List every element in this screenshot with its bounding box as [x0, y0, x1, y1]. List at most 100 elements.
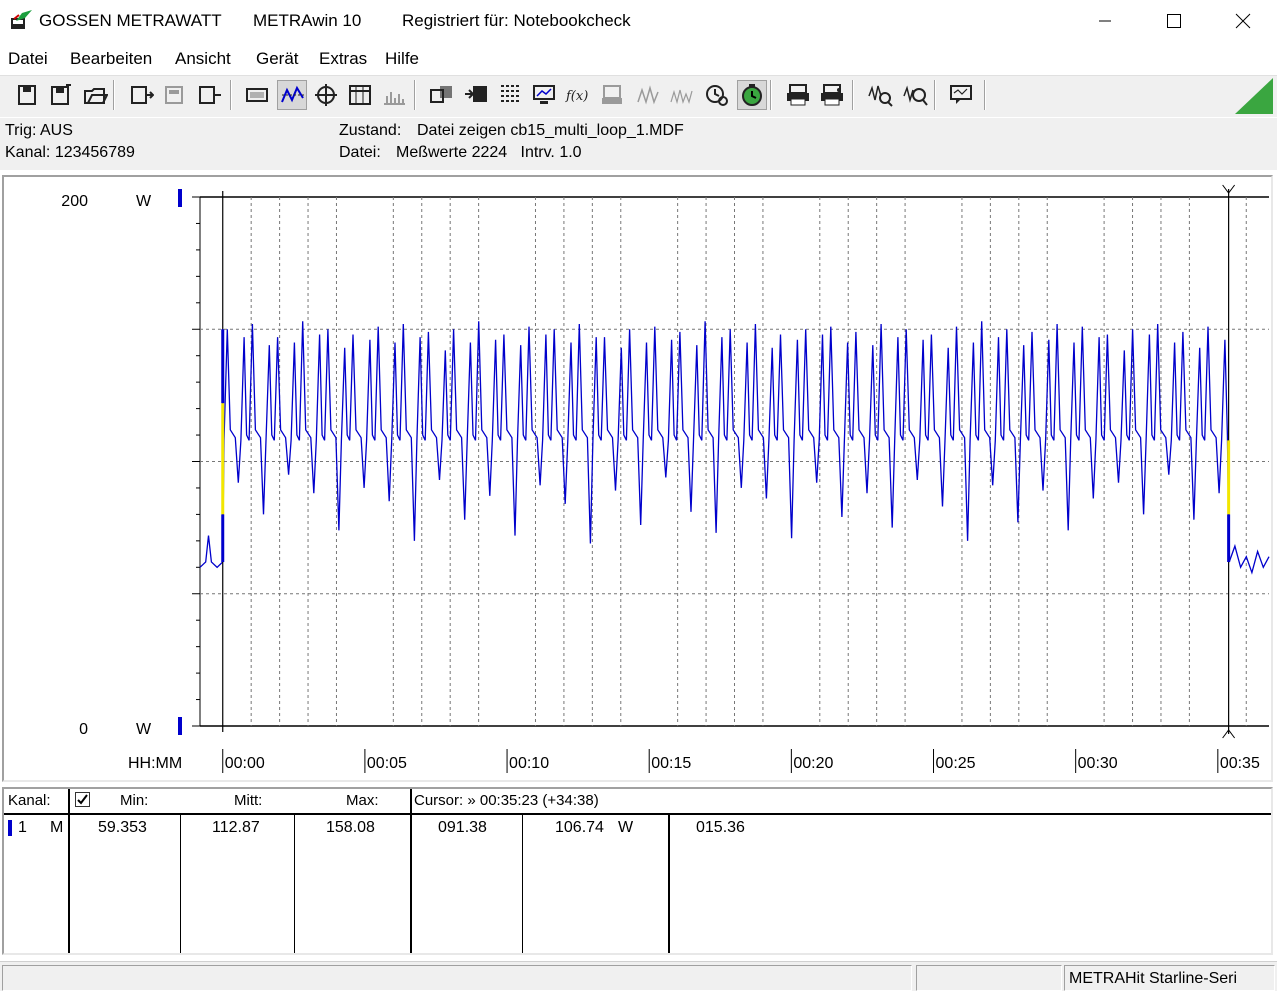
toolbar-button-export[interactable]: [426, 80, 456, 110]
file-value: Meßwerte 2224 Intrv. 1.0: [396, 144, 582, 161]
toolbar-button-device-export[interactable]: [194, 80, 224, 110]
column-divider: [294, 813, 295, 953]
toolbar-separator: [414, 80, 416, 110]
menu-hilfe[interactable]: Hilfe: [385, 49, 419, 69]
toolbar-button-device-import[interactable]: [126, 80, 156, 110]
header-max: Max:: [346, 792, 379, 809]
toolbar-button-stopwatch[interactable]: [737, 80, 767, 110]
column-divider: [410, 789, 412, 953]
crosshair-icon: [315, 84, 337, 106]
row-min: 59.353: [98, 819, 147, 836]
toolbar-button-chart-view[interactable]: [277, 80, 307, 110]
stopwatch-icon: [742, 84, 762, 106]
toolbar-separator: [770, 80, 772, 110]
state-label: Zustand:: [339, 122, 402, 139]
row-cursor-a: 091.38: [438, 819, 487, 836]
title-bar: GOSSEN METRAWATT METRAwin 10 Registriert…: [0, 0, 1277, 42]
menu-datei[interactable]: Datei: [8, 49, 48, 69]
toolbar-button-print-preview[interactable]: [817, 80, 847, 110]
status-cell-main: [2, 965, 912, 991]
menu-extras[interactable]: Extras: [319, 49, 367, 69]
wave-icon: [637, 85, 659, 105]
device-config-icon: [165, 86, 183, 104]
clock-search-icon: [706, 85, 728, 106]
header-kanal: Kanal:: [8, 792, 51, 809]
open-folder-icon: [84, 88, 108, 104]
toolbar-button-data-list[interactable]: [495, 80, 525, 110]
data-list-icon: [501, 85, 519, 102]
channel-status: Kanal: 123456789: [5, 144, 135, 161]
toolbar-button-computer[interactable]: [529, 80, 559, 110]
histogram-icon: [384, 92, 405, 105]
menu-ansicht[interactable]: Ansicht: [175, 49, 231, 69]
device-export-icon: [199, 86, 221, 104]
column-divider: [180, 813, 181, 953]
state-value: Datei zeigen cb15_multi_loop_1.MDF: [417, 122, 684, 139]
header-mitt: Mitt:: [234, 792, 263, 809]
toolbar-button-printer-device[interactable]: [597, 80, 627, 110]
toolbar-button-save-file[interactable]: [12, 80, 42, 110]
toolbar-button-histogram[interactable]: [379, 80, 409, 110]
maximize-icon: [1167, 14, 1181, 28]
save-as-icon: [51, 84, 71, 105]
toolbar-button-clock-search[interactable]: [702, 80, 732, 110]
channel-scale-marker-bottom: [178, 717, 182, 735]
window-title-brand: GOSSEN METRAWATT: [39, 11, 222, 30]
toolbar-button-transfer[interactable]: [461, 80, 491, 110]
toolbar-button-crosshair[interactable]: [311, 80, 341, 110]
chart-panel[interactable]: 200 W 0 W HH:MM 00:00 00:05 00:10 00:15 00:20 00:2…: [2, 175, 1273, 782]
table-header-divider: [4, 813, 1271, 815]
menu-bar: Datei Bearbeiten Ansicht Gerät Extras Hi…: [0, 44, 1277, 72]
print-icon: [787, 84, 809, 106]
row-max: 158.08: [326, 819, 375, 836]
signal-icon: [670, 89, 693, 105]
x-axis-tick-label: 00:30: [1078, 755, 1118, 772]
menu-bearbeiten[interactable]: Bearbeiten: [70, 49, 152, 69]
toolbar-button-signal[interactable]: [667, 80, 697, 110]
close-button[interactable]: [1208, 0, 1277, 42]
toolbar-separator: [984, 80, 986, 110]
status-cell-middle: [916, 965, 1062, 991]
printer-device-icon: [602, 85, 622, 104]
toolbar-button-table-view[interactable]: [345, 80, 375, 110]
toolbar-button-open-folder[interactable]: [80, 80, 110, 110]
column-divider: [668, 813, 670, 953]
column-divider: [68, 789, 70, 953]
minimize-button[interactable]: [1070, 0, 1140, 42]
y-axis-max-label: 200: [61, 193, 88, 210]
y-axis-unit-top: W: [136, 193, 152, 210]
row-channel[interactable]: 1: [18, 819, 27, 837]
maximize-button[interactable]: [1139, 0, 1209, 42]
toolbar-button-print[interactable]: [783, 80, 813, 110]
chart-view-icon: [281, 85, 304, 103]
device-import-icon: [131, 86, 154, 104]
toolbar-button-search-wave[interactable]: [900, 80, 930, 110]
toolbar-button-zoom-wave[interactable]: [865, 80, 895, 110]
toolbar-button-comment[interactable]: [946, 80, 976, 110]
x-axis-tick-label: 00:05: [367, 755, 407, 772]
toolbar-button-wave[interactable]: [633, 80, 663, 110]
toolbar-button-save-as[interactable]: [46, 80, 76, 110]
export-icon: [430, 86, 452, 103]
toolbar-separator: [852, 80, 854, 110]
file-label: Datei:: [339, 144, 381, 161]
search-wave-icon: [903, 85, 928, 106]
zoom-wave-icon: [868, 85, 893, 107]
status-bar: METRAHit Starline-Seri: [0, 961, 1277, 991]
channel-scale-marker-top: [178, 189, 182, 207]
checkmark-icon: [77, 794, 88, 805]
close-icon: [1235, 13, 1251, 29]
comment-icon: [950, 85, 972, 104]
column-divider: [522, 813, 523, 953]
window-title-app: METRAwin 10: [253, 11, 362, 30]
trigger-status: Trig: AUS: [5, 122, 73, 139]
toolbar-button-display[interactable]: [242, 80, 272, 110]
menu-geraet[interactable]: Gerät: [256, 49, 299, 69]
measurement-table: Kanal: Min: Mitt: Max: Cursor: » 00:35:2…: [2, 787, 1273, 955]
power-chart[interactable]: 200 W 0 W HH:MM 00:00 00:05 00:10 00:15 00:20 00:2…: [4, 177, 1271, 780]
toolbar-button-function[interactable]: ƒ(x): [563, 80, 593, 110]
device-status: METRAHit Starline-Seri: [1064, 965, 1275, 991]
select-all-checkbox[interactable]: [75, 792, 90, 807]
toolbar-button-device-config[interactable]: [160, 80, 190, 110]
save-file-icon: [18, 85, 36, 105]
